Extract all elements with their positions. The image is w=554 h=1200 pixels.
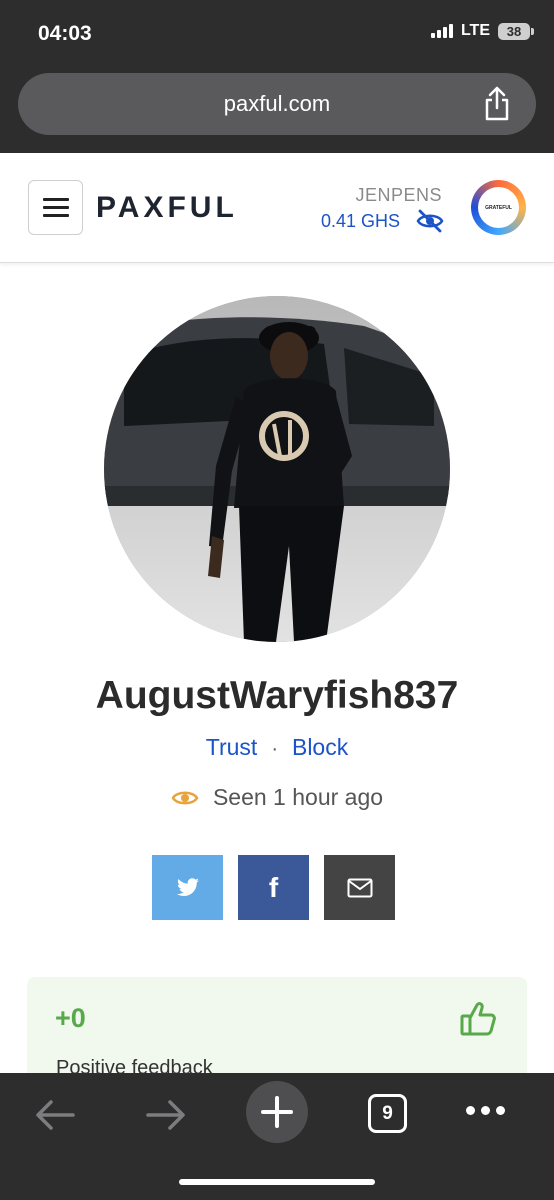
account-username[interactable]: JENPENS [355,185,442,206]
browser-top-chrome: 04:03 LTE 38 paxful.com [0,0,554,153]
back-arrow-icon[interactable] [33,1093,77,1137]
email-share-button[interactable] [324,855,395,920]
trust-link[interactable]: Trust [206,734,258,760]
status-time: 04:03 [38,22,92,45]
avatar-text: GRATEFUL [478,187,519,228]
facebook-icon: f [268,871,279,903]
battery-icon: 38 [498,22,534,40]
new-tab-button[interactable] [246,1081,308,1143]
battery-level: 38 [506,23,522,39]
hamburger-menu-button[interactable] [28,180,83,235]
plus-icon [261,1096,293,1128]
paxful-logo[interactable]: PAXFUL [96,191,238,225]
profile-photo [104,296,450,642]
thumbs-up-icon [460,1002,496,1036]
profile-actions: Trust · Block [0,734,554,761]
tabs-button[interactable]: 9 [368,1094,407,1133]
url-text[interactable]: paxful.com [18,91,536,117]
last-seen: Seen 1 hour ago [0,784,554,811]
block-link[interactable]: Block [292,734,348,760]
cellular-signal-icon [430,24,453,38]
address-bar[interactable]: paxful.com [18,73,536,135]
eye-slash-icon[interactable] [416,209,444,233]
twitter-share-button[interactable] [152,855,223,920]
forward-arrow-icon[interactable] [144,1093,188,1137]
more-options-button[interactable] [466,1106,505,1115]
separator-dot: · [271,738,278,760]
network-type: LTE [460,22,490,39]
envelope-icon [347,878,372,897]
tab-count: 9 [382,1102,393,1124]
last-seen-text: Seen 1 hour ago [212,784,384,810]
user-avatar[interactable]: GRATEFUL [471,180,526,235]
eye-icon [171,791,199,804]
wallet-balance[interactable]: 0.41 GHS [321,211,400,232]
home-indicator[interactable] [179,1179,375,1185]
positive-feedback-count: +0 [55,1003,86,1033]
share-icon[interactable] [482,86,512,122]
status-indicators: LTE 38 [430,22,534,40]
twitter-bird-icon [176,877,199,896]
site-header: PAXFUL JENPENS 0.41 GHS GRATEFUL [0,153,554,263]
share-buttons: f [152,855,395,920]
profile-username: AugustWaryfish837 [95,674,459,717]
profile-photo-image [104,296,450,642]
facebook-share-button[interactable]: f [238,855,309,920]
